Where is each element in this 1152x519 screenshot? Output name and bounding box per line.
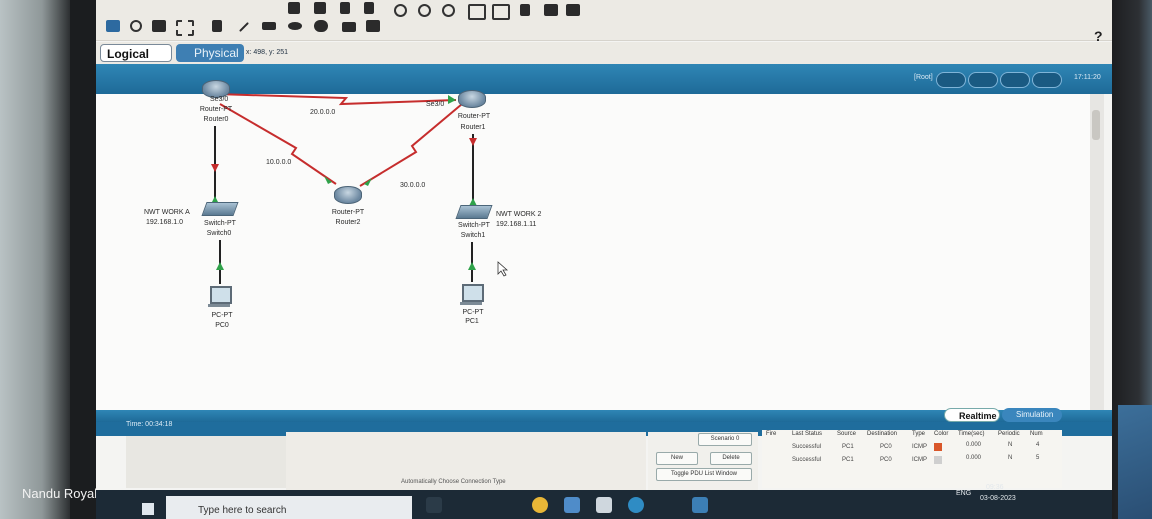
simulation-tab[interactable]: Simulation: [1002, 408, 1062, 422]
taskbar-date: 03-08-2023: [980, 495, 1016, 502]
pdu-header: Source: [837, 431, 857, 437]
router1-port-label: Se3/0: [426, 101, 445, 108]
pc0-icon[interactable]: [210, 286, 232, 304]
connection-type-label: Automatically Choose Connection Type: [401, 479, 506, 485]
time-readout: Time: 00:34:18: [126, 421, 173, 428]
switch1-name-label: Switch1: [460, 232, 486, 239]
mail-icon[interactable]: [596, 497, 612, 513]
taskbar-time: 09:36: [986, 484, 1004, 491]
delete-scenario-button[interactable]: Delete: [710, 452, 752, 465]
serial-link-r0-r2: [219, 103, 337, 185]
pc0-base: [208, 304, 230, 307]
pdu-row-status: Successful: [792, 444, 822, 450]
router1-icon[interactable]: [458, 90, 486, 108]
photo-wall-left: [0, 0, 70, 519]
pdu-header: Color: [934, 431, 949, 437]
scenario-select[interactable]: Scenario 0: [698, 433, 752, 446]
link-up-marker: [468, 262, 476, 270]
switch0-name-label: Switch0: [206, 230, 232, 237]
network-a-ip: 192.168.1.0: [146, 219, 183, 226]
router0-model-label: Router-PT: [199, 106, 233, 113]
mouse-cursor: [497, 261, 509, 277]
pdu-row-periodic: N: [1008, 442, 1013, 448]
task-view-icon[interactable]: [426, 497, 442, 513]
chrome-icon[interactable]: [532, 497, 548, 513]
pc1-model-label: PC-PT: [462, 309, 484, 316]
pdu-header: Fire: [766, 431, 777, 437]
pc1-name-label: PC1: [465, 318, 479, 325]
pdu-row-time: 0.000: [966, 455, 982, 461]
photo-watermark: Nandu Royal: [22, 486, 98, 501]
pdu-row-color: [934, 443, 942, 451]
link-up-marker: [469, 138, 477, 146]
pdu-row-num: 4: [1036, 442, 1040, 448]
pdu-row-type: ICMP: [912, 444, 927, 450]
toggle-pdu-list-button[interactable]: Toggle PDU List Window: [656, 468, 752, 481]
router1-name-label: Router1: [460, 124, 486, 131]
pdu-row-periodic: N: [1008, 455, 1013, 461]
pdu-row-source: PC1: [842, 444, 854, 450]
pdu-header: Periodic: [998, 431, 1020, 437]
link-label-30: 30.0.0.0: [400, 182, 426, 189]
pdu-row-destination: PC0: [880, 457, 892, 463]
realtime-tab[interactable]: Realtime: [944, 408, 1000, 422]
serial-link-r2-r1: [359, 103, 463, 187]
pc1-icon[interactable]: [462, 284, 484, 302]
edge-icon[interactable]: [628, 497, 644, 513]
pc0-name-label: PC0: [215, 322, 229, 329]
switch0-model-label: Switch-PT: [204, 220, 236, 227]
switch1-model-label: Switch-PT: [458, 222, 490, 229]
device-type-panel: [126, 436, 286, 488]
packet-tracer-icon[interactable]: [692, 497, 708, 513]
network-a-title: NWT WORK A: [144, 209, 190, 216]
router2-icon[interactable]: [334, 186, 362, 204]
router1-model-label: Router-PT: [457, 113, 491, 120]
switch0-icon[interactable]: [201, 202, 239, 216]
windows-start-icon[interactable]: [142, 503, 154, 515]
pdu-row-type: ICMP: [912, 457, 927, 463]
pdu-row-num: 5: [1036, 455, 1040, 461]
link-label-10: 10.0.0.0: [266, 159, 292, 166]
pdu-header: Time(sec): [958, 431, 985, 437]
new-scenario-button[interactable]: New: [656, 452, 698, 465]
store-icon[interactable]: [564, 497, 580, 513]
serial-link-r0-r1: [215, 93, 457, 106]
pdu-header: Type: [912, 431, 926, 437]
language-indicator: ENG: [956, 490, 972, 497]
pc1-base: [460, 302, 482, 305]
photo-desk-right: [1118, 405, 1152, 519]
pdu-row-time: 0.000: [966, 442, 982, 448]
network-2-title: NWT WORK 2: [496, 211, 542, 218]
pdu-row-source: PC1: [842, 457, 854, 463]
router2-name-label: Router2: [335, 219, 361, 226]
link-up-marker: [216, 262, 224, 270]
pdu-header: Last Status: [792, 431, 823, 437]
link-up-marker: [448, 95, 456, 104]
router0-port-label: Se3/0: [210, 96, 229, 103]
switch1-icon[interactable]: [455, 205, 493, 219]
network-2-ip: 192.168.1.11: [496, 221, 537, 228]
link-label-20: 20.0.0.0: [310, 109, 336, 116]
pdu-row-status: Successful: [792, 457, 822, 463]
link-up-marker: [211, 164, 219, 172]
taskbar-search-placeholder: Type here to search: [198, 505, 287, 516]
router2-model-label: Router-PT: [331, 209, 365, 216]
router0-name-label: Router0: [203, 116, 229, 123]
pdu-header: Destination: [867, 431, 898, 437]
pdu-header: Num: [1030, 431, 1043, 437]
pc0-model-label: PC-PT: [211, 312, 233, 319]
pdu-row-color: [934, 456, 942, 464]
packet-tracer-window: ? Logical Physical x: 498, y: 251 [Root]…: [96, 0, 1112, 519]
pdu-row-destination: PC0: [880, 444, 892, 450]
